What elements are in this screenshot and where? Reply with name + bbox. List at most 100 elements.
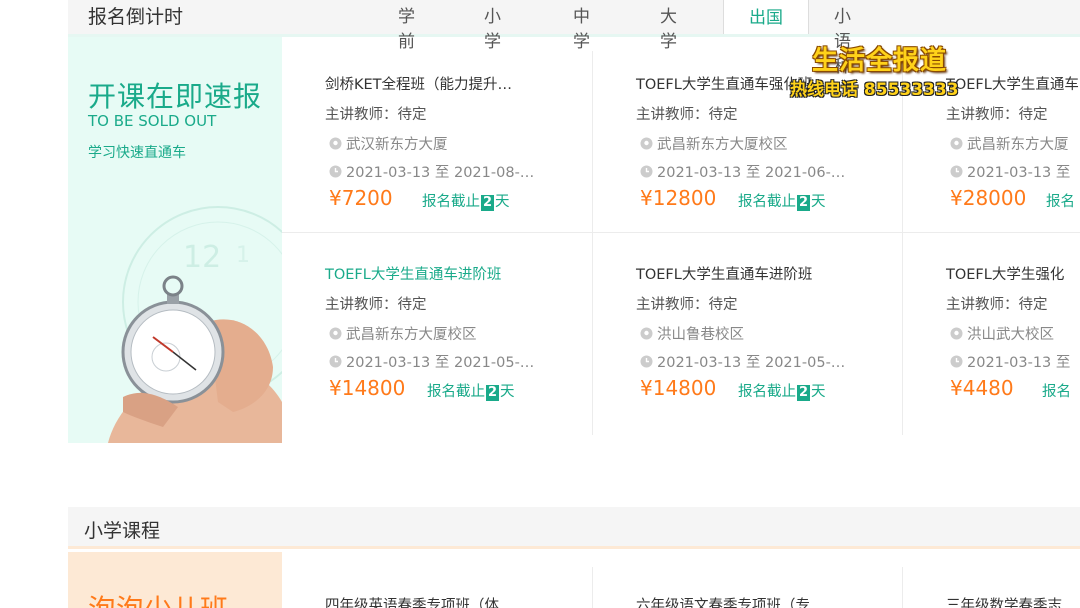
deadline-label: 报名 xyxy=(1046,194,1075,210)
location-text: 武昌新东方大厦校区 xyxy=(657,137,788,153)
course-date: 2021-03-13 至 2021-08-… xyxy=(329,161,534,182)
enroll-deadline: 报名截止 2 天 xyxy=(422,190,510,211)
svg-text:12: 12 xyxy=(183,240,221,275)
deadline-days-badge: 2 xyxy=(481,195,495,211)
location-text: 武昌新东方大厦 xyxy=(967,137,1069,153)
column-divider xyxy=(592,567,593,608)
course-date: 2021-03-13 至 2021-05-… xyxy=(329,351,534,372)
course-price: ¥4480 xyxy=(950,376,1014,400)
deadline-unit: 天 xyxy=(495,194,510,210)
course-location: 武昌新东方大厦校区 xyxy=(640,133,788,154)
course-location: 武汉新东方大厦 xyxy=(329,133,448,154)
course-teacher: 主讲教师：待定 xyxy=(325,107,427,123)
course-price: ¥28000 xyxy=(950,186,1027,210)
date-text: 2021-03-13 至 2021-08-… xyxy=(346,165,535,181)
course-location: 武昌新东方大厦 xyxy=(950,133,1069,154)
course-price: ¥12800 xyxy=(640,186,717,210)
course-location: 洪山鲁巷校区 xyxy=(640,323,744,344)
deadline-days-badge: 2 xyxy=(797,195,811,211)
course-teacher: 主讲教师：待定 xyxy=(636,297,738,313)
location-pin-icon xyxy=(640,327,653,340)
course-location: 洪山武大校区 xyxy=(950,323,1054,344)
section-title: 小学课程 xyxy=(84,520,161,542)
course-title[interactable]: 剑桥KET全程班（能力提升… xyxy=(325,73,512,94)
course-title[interactable]: TOEFL大学生强化 xyxy=(946,263,1064,284)
date-text: 2021-03-13 至 2021-06-… xyxy=(657,165,846,181)
deadline-days-badge: 2 xyxy=(797,385,811,401)
course-teacher: 主讲教师：待定 xyxy=(325,297,427,313)
deadline-label: 报名截止 xyxy=(422,194,480,210)
course-card[interactable]: TOEFL大学生直通车 主讲教师：待定 武昌新东方大厦 2021-03-13 至… xyxy=(946,73,1080,253)
location-text: 洪山武大校区 xyxy=(967,327,1054,343)
deadline-unit: 天 xyxy=(500,384,515,400)
course-card[interactable]: TOEFL大学生强化 主讲教师：待定 洪山武大校区 2021-03-13 至 ¥… xyxy=(946,263,1080,443)
course-price: ¥7200 xyxy=(329,186,393,210)
deadline-label: 报名截止 xyxy=(738,384,796,400)
location-pin-icon xyxy=(950,137,963,150)
deadline-label: 报名截止 xyxy=(427,384,485,400)
course-title[interactable]: TOEFL大学生直通车进阶班 xyxy=(636,263,812,284)
clock-icon xyxy=(329,165,342,178)
clock-icon xyxy=(640,165,653,178)
course-card[interactable]: 剑桥KET全程班（能力提升… 主讲教师：待定 武汉新东方大厦 2021-03-1… xyxy=(325,73,615,253)
clock-icon xyxy=(950,355,963,368)
course-card[interactable]: TOEFL大学生直通车进阶班 主讲教师：待定 洪山鲁巷校区 2021-03-13… xyxy=(636,263,926,443)
course-title[interactable]: 四年级英语春季专项班（体 xyxy=(325,594,499,608)
deadline-label: 报名 xyxy=(1042,384,1071,400)
section-title: 报名倒计时 xyxy=(88,6,184,28)
course-date: 2021-03-13 至 2021-06-… xyxy=(640,161,845,182)
deadline-days-badge: 2 xyxy=(486,385,500,401)
course-title[interactable]: 三年级数学春季志 xyxy=(946,594,1062,608)
course-title[interactable]: TOEFL大学生直通车进阶班 xyxy=(325,263,501,284)
course-date: 2021-03-13 至 xyxy=(950,351,1070,372)
course-price: ¥14800 xyxy=(640,376,717,400)
deadline-label: 报名截止 xyxy=(738,194,796,210)
course-date: 2021-03-13 至 xyxy=(950,161,1070,182)
location-text: 武汉新东方大厦 xyxy=(346,137,448,153)
enroll-deadline: 报名截止 2 天 xyxy=(738,190,826,211)
date-text: 2021-03-13 至 2021-05-… xyxy=(346,355,535,371)
promo-panel-kids[interactable]: 泡泡少儿班 xyxy=(68,552,282,608)
location-pin-icon xyxy=(950,327,963,340)
deadline-unit: 天 xyxy=(811,194,826,210)
enroll-deadline: 报名截止 2 天 xyxy=(738,380,826,401)
course-title[interactable]: TOEFL大学生直通车强化班 xyxy=(636,73,812,94)
promo-title: 开课在即速报 xyxy=(88,80,263,113)
date-text: 2021-03-13 至 xyxy=(967,355,1071,371)
location-text: 武昌新东方大厦校区 xyxy=(346,327,477,343)
primary-courses-header: 小学课程 xyxy=(68,507,1080,549)
promo-panel[interactable]: 开课在即速报 TO BE SOLD OUT 学习快速直通车 12 1 xyxy=(68,37,282,443)
course-location: 武昌新东方大厦校区 xyxy=(329,323,477,344)
course-grid: 剑桥KET全程班（能力提升… 主讲教师：待定 武汉新东方大厦 2021-03-1… xyxy=(282,37,1080,443)
course-teacher: 主讲教师：待定 xyxy=(946,297,1048,313)
svg-text:1: 1 xyxy=(236,243,250,268)
course-card[interactable]: TOEFL大学生直通车强化班 主讲教师：待定 武昌新东方大厦校区 2021-03… xyxy=(636,73,926,253)
date-text: 2021-03-13 至 2021-05-… xyxy=(657,355,846,371)
clock-icon xyxy=(640,355,653,368)
location-text: 洪山鲁巷校区 xyxy=(657,327,744,343)
promo-subtitle-en: TO BE SOLD OUT xyxy=(88,112,217,130)
location-pin-icon xyxy=(329,327,342,340)
course-title[interactable]: TOEFL大学生直通车 xyxy=(946,73,1079,94)
promo-title: 泡泡少儿班 xyxy=(88,588,228,608)
enroll-deadline: 报名 xyxy=(1046,190,1075,211)
course-price: ¥14800 xyxy=(329,376,406,400)
course-card[interactable]: TOEFL大学生直通车进阶班 主讲教师：待定 武昌新东方大厦校区 2021-03… xyxy=(325,263,615,443)
course-title[interactable]: 六年级语文春季专项班（专 xyxy=(636,594,810,608)
tab-abroad[interactable]: 出国 xyxy=(723,0,809,34)
course-teacher: 主讲教师：待定 xyxy=(636,107,738,123)
clock-icon xyxy=(950,165,963,178)
enroll-deadline: 报名截止 2 天 xyxy=(427,380,515,401)
enroll-deadline: 报名 xyxy=(1042,380,1071,401)
course-teacher: 主讲教师：待定 xyxy=(946,107,1048,123)
location-pin-icon xyxy=(329,137,342,150)
date-text: 2021-03-13 至 xyxy=(967,165,1071,181)
course-date: 2021-03-13 至 2021-05-… xyxy=(640,351,845,372)
deadline-unit: 天 xyxy=(811,384,826,400)
clock-icon xyxy=(329,355,342,368)
countdown-header: 报名倒计时 学前 小学 中学 大学 出国 小语种 xyxy=(68,0,1080,77)
location-pin-icon xyxy=(640,137,653,150)
promo-subtitle-cn: 学习快速直通车 xyxy=(88,145,186,161)
stopwatch-illustration: 12 1 xyxy=(108,206,282,443)
column-divider xyxy=(902,567,903,608)
